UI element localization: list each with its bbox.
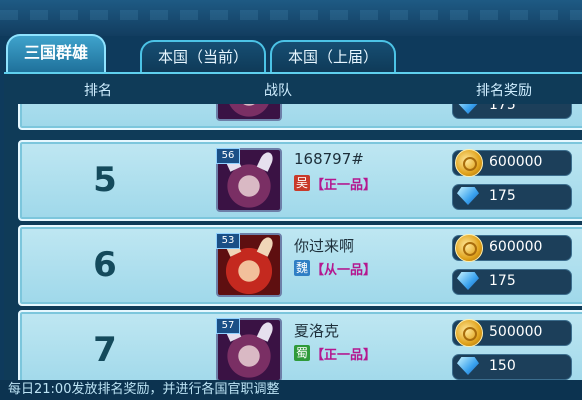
table-row[interactable]: 5 56 168797# 吴 【正一品】 600000 175: [18, 140, 582, 221]
header-reward: 排名奖励: [476, 83, 532, 99]
gem-amount: 175: [489, 104, 516, 113]
table-row[interactable]: 6 53 你过来啊 魏 【从一品】 600000 175: [18, 225, 582, 306]
gold-reward: 500000: [452, 319, 572, 347]
level-badge: 57: [216, 318, 240, 334]
top-background: [0, 0, 582, 36]
gold-amount: 600000: [489, 154, 543, 170]
gold-amount: 500000: [489, 324, 543, 340]
nation-badge: 蜀: [294, 345, 310, 361]
header-team: 战队: [264, 83, 292, 99]
official-rank: 【正一品】: [311, 178, 377, 193]
nation-badge: 吴: [294, 175, 310, 191]
tab-own-previous[interactable]: 本国（上届）: [270, 40, 397, 72]
team-name: 夏洛克: [294, 322, 340, 340]
level-badge: 56: [216, 148, 240, 164]
level-badge: 53: [216, 233, 240, 249]
avatar: [216, 104, 282, 121]
gem-amount: 175: [489, 273, 516, 289]
rank-number: 5: [93, 160, 117, 200]
coin-icon: [455, 319, 483, 347]
gem-reward: 150: [452, 354, 572, 380]
gem-icon: [457, 357, 479, 375]
gem-icon: [457, 272, 479, 290]
gold-reward: 600000: [452, 234, 572, 262]
gem-icon: [457, 104, 479, 114]
table-header: 排名 战队 排名奖励: [4, 74, 582, 104]
coin-icon: [455, 149, 483, 177]
rank-number: 7: [93, 330, 117, 370]
gem-amount: 150: [489, 358, 516, 374]
gem-amount: 175: [489, 188, 516, 204]
team-name: 你过来啊: [294, 237, 355, 255]
team-name: 168797#: [294, 150, 364, 168]
gem-reward: 175: [452, 184, 572, 210]
table-row[interactable]: 7 57 夏洛克 蜀 【正一品】 500000 150: [18, 310, 582, 382]
tab-three-kingdoms[interactable]: 三国群雄: [6, 34, 107, 74]
gem-icon: [457, 187, 479, 205]
gold-amount: 600000: [489, 239, 543, 255]
ranking-panel: 排名 战队 排名奖励 175 5 56 168797# 吴 【正一品】 6000…: [4, 72, 582, 382]
nation-badge: 魏: [294, 260, 310, 276]
official-rank: 【从一品】: [311, 263, 377, 278]
tab-own-current[interactable]: 本国（当前）: [140, 40, 267, 72]
tab-bar: 三国群雄 本国（当前） 本国（上届）: [0, 34, 582, 74]
rank-number: 6: [93, 245, 117, 285]
gem-reward: 175: [452, 104, 572, 119]
header-rank: 排名: [84, 83, 112, 99]
table-row[interactable]: 175: [18, 104, 582, 130]
gold-reward: 600000: [452, 149, 572, 177]
gem-reward: 175: [452, 269, 572, 295]
ranking-list[interactable]: 175 5 56 168797# 吴 【正一品】 600000 175 6 53: [4, 104, 582, 382]
coin-icon: [455, 234, 483, 262]
official-rank: 【正一品】: [311, 348, 377, 363]
footer-notice: 每日21:00发放排名奖励，并进行各国官职调整: [0, 380, 582, 400]
